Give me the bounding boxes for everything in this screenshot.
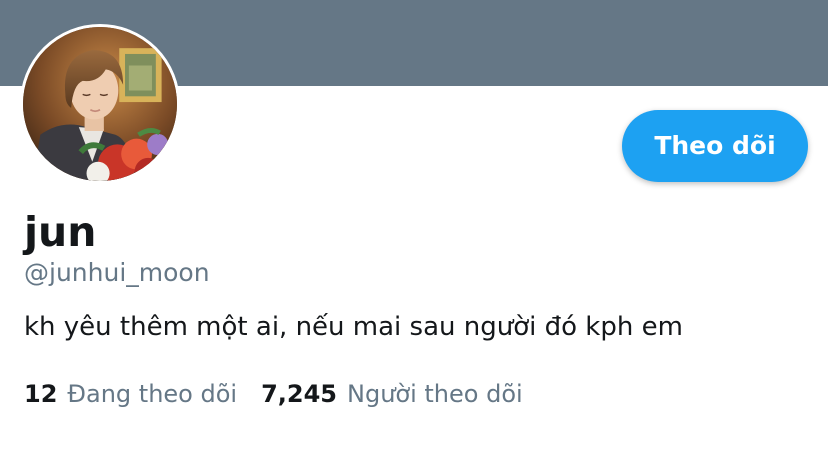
profile-stats: 12 Đang theo dõi 7,245 Người theo dõi — [24, 374, 523, 414]
following-count: 12 — [24, 380, 58, 408]
profile-bio: kh yêu thêm một ai, nếu mai sau người đó… — [24, 312, 683, 342]
follow-button[interactable]: Theo dõi — [622, 110, 808, 182]
display-name: jun — [24, 208, 97, 256]
followers-link[interactable]: 7,245 Người theo dõi — [261, 374, 523, 414]
user-handle: @junhui_moon — [24, 258, 210, 287]
followers-count: 7,245 — [261, 380, 337, 408]
following-label: Đang theo dõi — [67, 380, 238, 408]
avatar[interactable] — [20, 24, 180, 184]
avatar-photo-icon — [23, 27, 177, 181]
following-link[interactable]: 12 Đang theo dõi — [24, 374, 237, 414]
followers-label: Người theo dõi — [347, 380, 523, 408]
